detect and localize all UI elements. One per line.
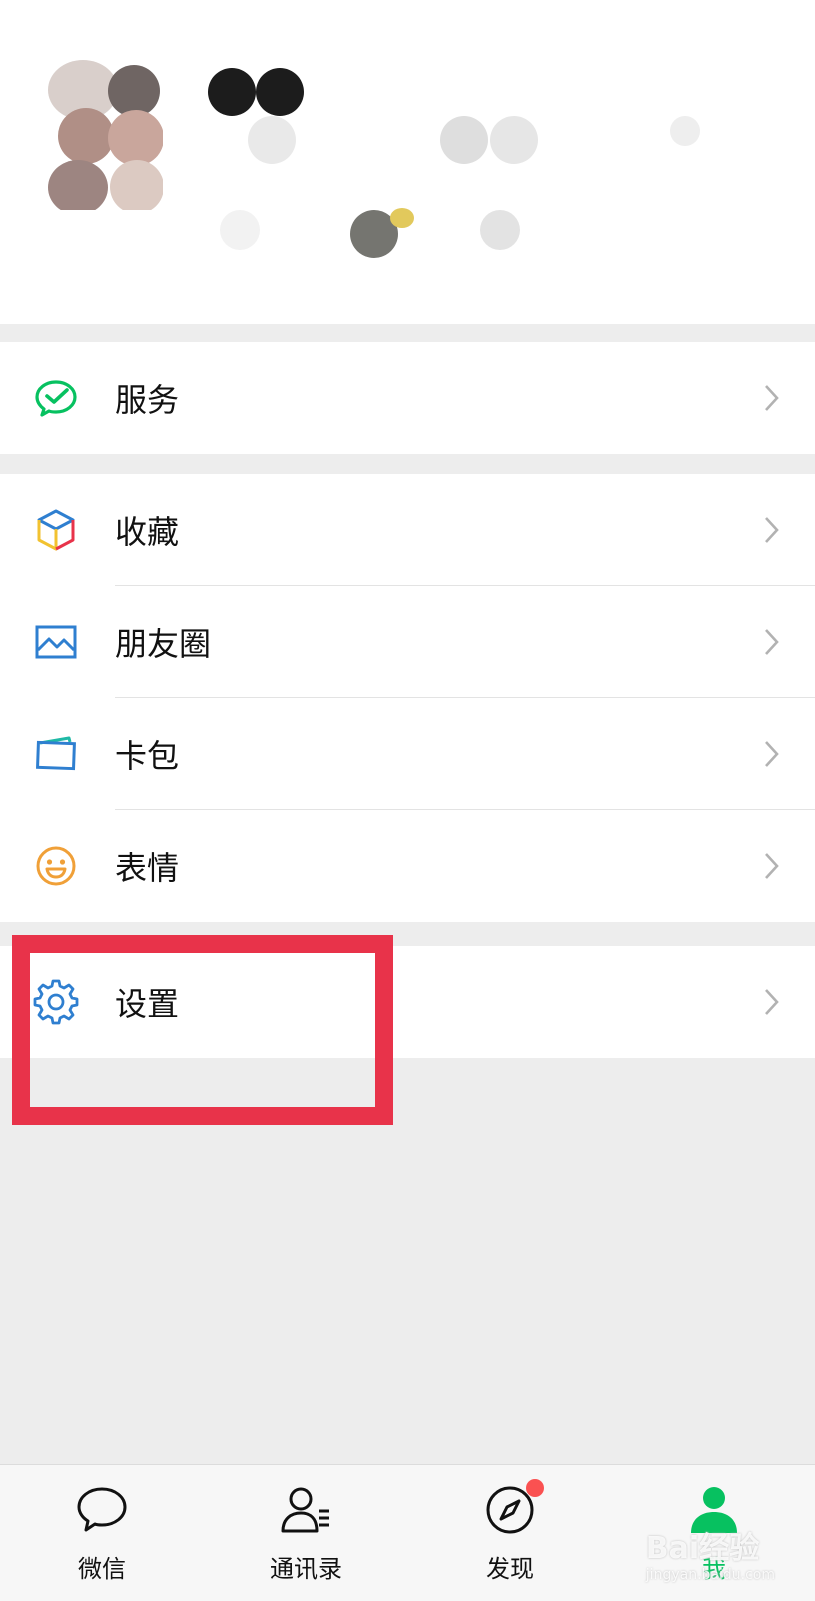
- menu-item-stickers[interactable]: 表情: [0, 810, 815, 922]
- card-wallet-icon: [36, 736, 76, 771]
- watermark: Bai经验 jingyan.baidu.com: [646, 1523, 775, 1583]
- watermark-url: jingyan.baidu.com: [645, 1567, 775, 1583]
- menu-item-cards[interactable]: 卡包: [0, 698, 815, 810]
- tab-discover[interactable]: 发现: [408, 1465, 612, 1601]
- chevron-right-icon: [765, 385, 779, 411]
- cube-icon: [37, 509, 75, 551]
- features-section: 收藏 朋友圈 卡包 表情: [0, 474, 815, 922]
- tab-contacts[interactable]: 通讯录: [204, 1465, 408, 1601]
- profile-header[interactable]: [0, 0, 815, 324]
- tab-label: 通讯录: [270, 1555, 342, 1583]
- menu-label: 表情: [115, 849, 180, 887]
- notification-dot: [526, 1479, 544, 1497]
- menu-label: 卡包: [115, 737, 180, 775]
- tab-label: 微信: [78, 1555, 126, 1583]
- chevron-right-icon: [765, 853, 779, 879]
- menu-label: 服务: [115, 381, 180, 419]
- menu-item-service[interactable]: 服务: [0, 342, 815, 454]
- avatar[interactable]: [48, 60, 163, 210]
- menu-item-favorites[interactable]: 收藏: [0, 474, 815, 586]
- photo-icon: [35, 625, 77, 659]
- chevron-right-icon: [765, 741, 779, 767]
- contacts-icon: [281, 1487, 329, 1533]
- tab-chats[interactable]: 微信: [0, 1465, 204, 1601]
- chevron-right-icon: [765, 629, 779, 655]
- menu-label: 收藏: [115, 513, 180, 551]
- nickname-blurred: [200, 60, 700, 280]
- chevron-right-icon: [765, 989, 779, 1015]
- smile-icon: [36, 846, 76, 886]
- tab-label: 发现: [486, 1555, 534, 1583]
- chat-bubble-icon: [77, 1487, 127, 1532]
- bottom-tab-bar: 微信 通讯录 发现 我 Bai经验 jingyan.baidu.com: [0, 1464, 815, 1601]
- watermark-brand: Bai经验: [645, 1531, 760, 1566]
- menu-item-moments[interactable]: 朋友圈: [0, 586, 815, 698]
- chevron-right-icon: [765, 517, 779, 543]
- service-section: 服务: [0, 342, 815, 454]
- highlight-annotation-box: [12, 935, 393, 1125]
- wechat-pay-icon: [35, 380, 77, 417]
- menu-label: 朋友圈: [115, 625, 212, 663]
